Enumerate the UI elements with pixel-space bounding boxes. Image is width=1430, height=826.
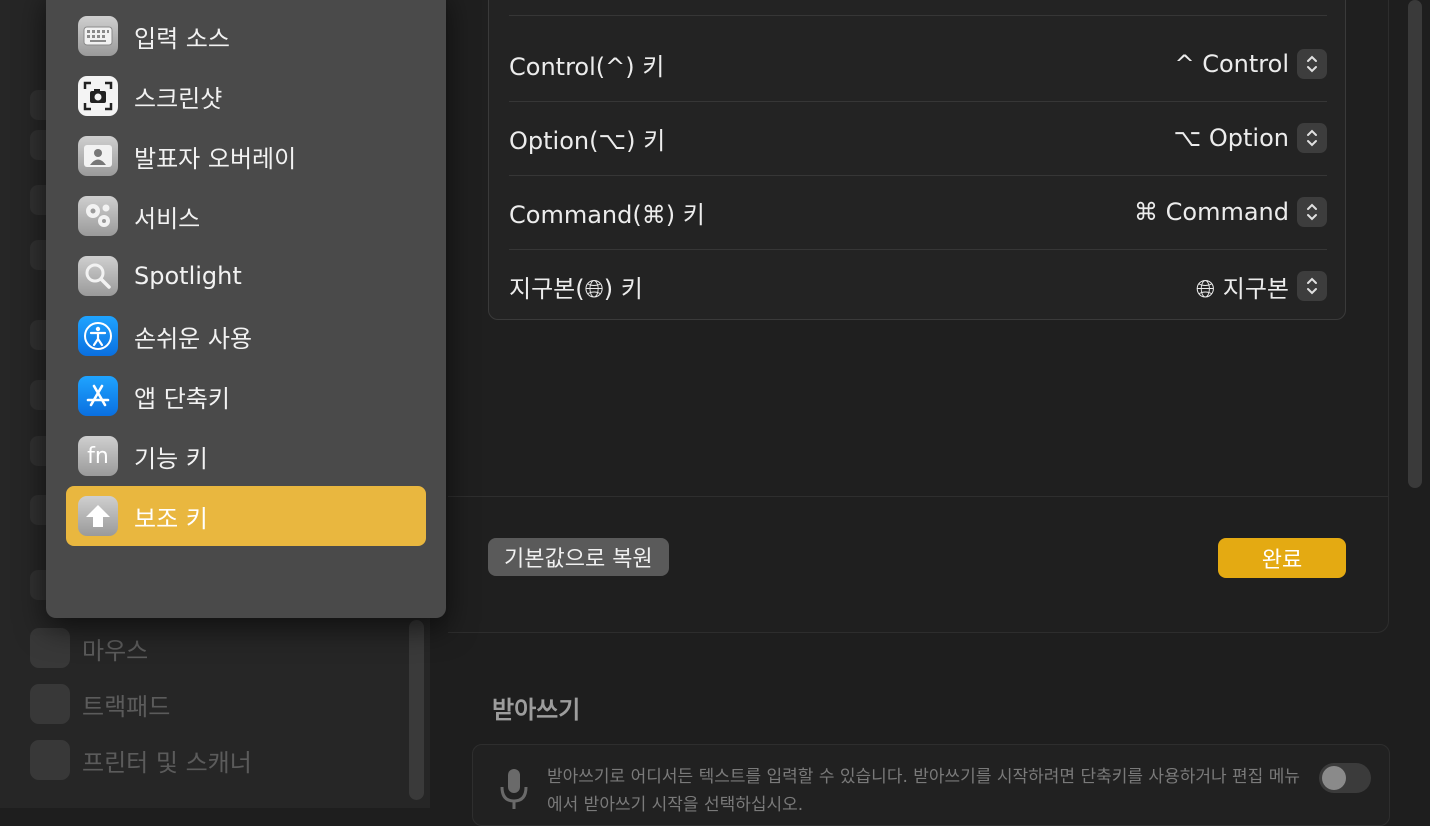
trackpad-icon xyxy=(30,684,70,724)
divider xyxy=(448,496,1388,497)
sidebar-scrollbar[interactable] xyxy=(409,620,424,800)
keyboard-icon xyxy=(78,16,118,56)
screenshot-icon xyxy=(78,76,118,116)
presenter-overlay-icon xyxy=(78,136,118,176)
modifier-keys-group: Control(^) 키 ^ Control Option(⌥) 키 ⌥ Opt… xyxy=(488,0,1346,320)
printer-icon xyxy=(30,740,70,780)
modifier-popup-control[interactable]: ^ Control xyxy=(1174,49,1327,79)
menu-item-services[interactable]: 서비스 xyxy=(66,186,426,246)
modifier-value: 🌐︎ 지구본 xyxy=(1195,274,1289,303)
modifier-row-option: Option(⌥) 키 ⌥ Option xyxy=(509,101,1327,176)
fn-icon: fn xyxy=(78,436,118,476)
modifier-row-control: Control(^) 키 ^ Control xyxy=(509,27,1327,102)
menu-item-app-shortcuts[interactable]: 앱 단축키 xyxy=(66,366,426,426)
sidebar-item-printers[interactable]: 프린터 및 스캐너 xyxy=(30,740,252,780)
dictation-section-title: 받아쓰기 xyxy=(492,696,581,724)
content-scrollbar[interactable] xyxy=(1408,0,1422,488)
toggle-knob xyxy=(1322,766,1346,790)
keyboard-shortcuts-sheet: Control(^) 키 ^ Control Option(⌥) 키 ⌥ Opt… xyxy=(448,0,1389,633)
menu-item-function-keys[interactable]: fn 기능 키 xyxy=(66,426,426,486)
dictation-toggle[interactable] xyxy=(1319,763,1371,793)
modifier-popup-command[interactable]: ⌘ Command xyxy=(1134,197,1327,227)
magnifier-icon xyxy=(78,256,118,296)
menu-item-presenter-overlay[interactable]: 발표자 오버레이 xyxy=(66,126,426,186)
modifier-popup-globe[interactable]: 🌐︎ 지구본 xyxy=(1196,269,1327,304)
modifier-arrow-icon xyxy=(78,496,118,536)
sidebar-item-label: 트랙패드 xyxy=(82,692,171,721)
sidebar-item-label: 마우스 xyxy=(82,636,149,665)
modifier-row-globe: 지구본(🌐︎) 키 🌐︎ 지구본 xyxy=(509,249,1327,323)
menu-item-label: 서비스 xyxy=(134,204,201,233)
dictation-description: 받아쓰기로 어디서든 텍스트를 입력할 수 있습니다. 받아쓰기를 시작하려면 … xyxy=(547,767,1301,815)
menu-item-label: 앱 단축키 xyxy=(134,384,230,413)
shortcut-category-menu: 입력 소스 스크린샷 발표자 오버레이 서비스 Spotlight 손쉬운 사용 xyxy=(46,0,446,618)
menu-item-label: 스크린샷 xyxy=(134,84,223,113)
dictation-group: 받아쓰기로 어디서든 텍스트를 입력할 수 있습니다. 받아쓰기를 시작하려면 … xyxy=(472,744,1390,826)
updown-chevron-icon[interactable] xyxy=(1297,123,1327,153)
modifier-label: Option(⌥) 키 xyxy=(509,126,666,155)
modifier-value: ⌥ Option xyxy=(1173,124,1289,152)
menu-item-label: 손쉬운 사용 xyxy=(134,324,253,353)
modifier-value: ^ Control xyxy=(1174,50,1290,78)
menu-item-label: 기능 키 xyxy=(134,444,208,473)
sidebar-item-label: 프린터 및 스캐너 xyxy=(82,748,252,777)
menu-item-accessibility[interactable]: 손쉬운 사용 xyxy=(66,306,426,366)
done-button[interactable]: 완료 xyxy=(1218,538,1346,578)
modifier-label: Control(^) 키 xyxy=(509,52,665,81)
menu-item-label: Spotlight xyxy=(134,262,242,290)
fn-icon-text: fn xyxy=(87,443,109,469)
updown-chevron-icon[interactable] xyxy=(1297,197,1327,227)
menu-item-input-sources[interactable]: 입력 소스 xyxy=(66,6,426,66)
updown-chevron-icon[interactable] xyxy=(1297,271,1327,301)
sidebar-item-trackpad[interactable]: 트랙패드 xyxy=(30,684,170,724)
app-store-icon xyxy=(78,376,118,416)
menu-item-screenshots[interactable]: 스크린샷 xyxy=(66,66,426,126)
modifier-row-command: Command(⌘) 키 ⌘ Command xyxy=(509,175,1327,250)
modifier-label: 지구본(🌐︎) 키 xyxy=(509,274,643,303)
modifier-value: ⌘ Command xyxy=(1134,198,1289,226)
menu-item-spotlight[interactable]: Spotlight xyxy=(66,246,426,306)
gears-icon xyxy=(78,196,118,236)
modifier-popup-option[interactable]: ⌥ Option xyxy=(1174,123,1327,153)
sidebar-item-mouse[interactable]: 마우스 xyxy=(30,628,148,668)
accessibility-icon xyxy=(78,316,118,356)
menu-item-label: 입력 소스 xyxy=(134,24,230,53)
menu-item-modifier-keys[interactable]: 보조 키 xyxy=(66,486,426,546)
modifier-label: Command(⌘) 키 xyxy=(509,200,705,229)
restore-defaults-button[interactable]: 기본값으로 복원 xyxy=(488,538,669,576)
updown-chevron-icon[interactable] xyxy=(1297,49,1327,79)
mouse-icon xyxy=(30,628,70,668)
modifier-row-partial xyxy=(509,0,1327,16)
menu-item-label: 발표자 오버레이 xyxy=(134,144,297,173)
menu-item-label: 보조 키 xyxy=(134,504,208,533)
